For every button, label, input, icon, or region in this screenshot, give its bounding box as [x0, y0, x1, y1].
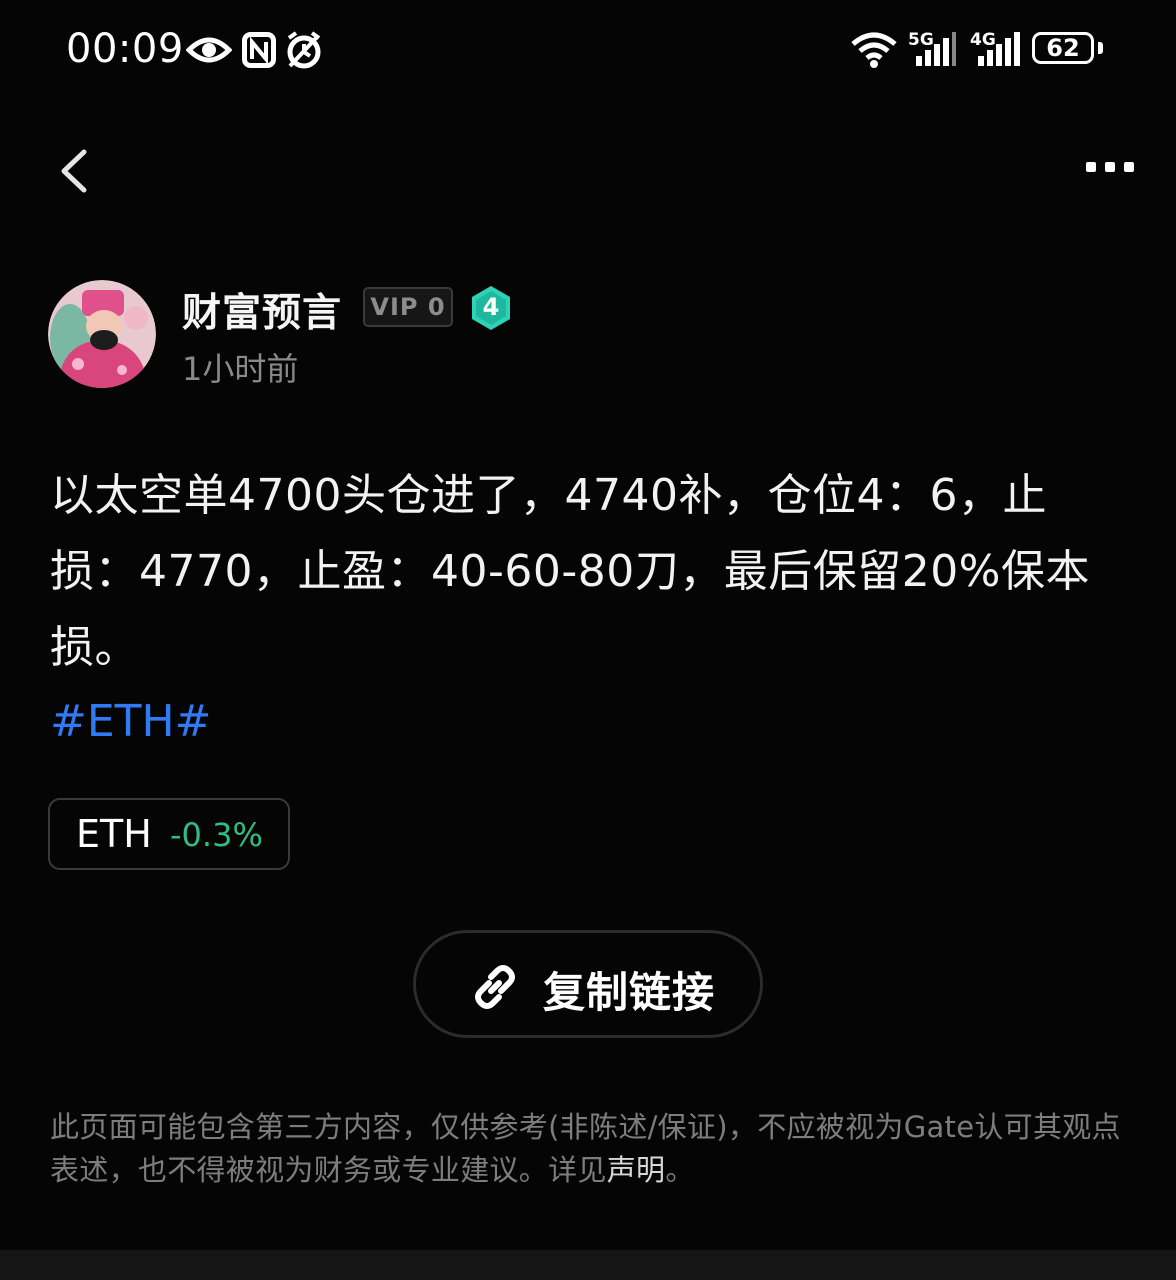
level-number: 4	[482, 293, 500, 321]
ticker-change: -0.3%	[170, 816, 263, 854]
battery-indicator: 62	[1032, 32, 1094, 64]
battery-tip	[1098, 42, 1103, 54]
eye-icon	[186, 37, 232, 63]
post-content: 以太空单4700头仓进了，4740补，仓位4：6，止损：4770，止盈：40-6…	[50, 470, 1090, 673]
chevron-left-icon[interactable]	[52, 146, 96, 196]
status-bar: 00:09 5G 4G 62	[0, 0, 1176, 100]
disclaimer-text: 此页面可能包含第三方内容，仅供参考(非陈述/保证)，不应被视为Gate认可其观点…	[50, 1110, 1121, 1187]
nfc-icon	[242, 32, 276, 68]
disclaimer-end: 。	[665, 1153, 695, 1187]
copy-link-label: 复制链接	[543, 968, 716, 1017]
link-icon	[475, 965, 515, 1009]
more-dots-icon[interactable]	[1080, 150, 1140, 184]
disclaimer: 此页面可能包含第三方内容，仅供参考(非陈述/保证)，不应被视为Gate认可其观点…	[50, 1106, 1140, 1192]
post-time: 1小时前	[182, 350, 299, 388]
hashtag-link[interactable]: #ETH#	[50, 696, 212, 747]
status-time: 00:09	[66, 26, 184, 72]
author-name[interactable]: 财富预言	[182, 282, 342, 338]
bottom-bar	[0, 1250, 1176, 1280]
wifi-icon	[851, 32, 897, 68]
ticker-symbol: ETH	[76, 812, 152, 856]
alarm-icon	[287, 31, 321, 69]
signal-5g-icon	[916, 32, 956, 66]
copy-link-button[interactable]: 复制链接	[413, 930, 763, 1038]
signal-4g-icon	[978, 32, 1020, 66]
avatar[interactable]	[48, 280, 156, 388]
ticker-chip[interactable]: ETH -0.3%	[48, 798, 290, 870]
disclaimer-link[interactable]: 声明	[607, 1153, 666, 1187]
vip-badge: VIP 0	[363, 287, 453, 327]
